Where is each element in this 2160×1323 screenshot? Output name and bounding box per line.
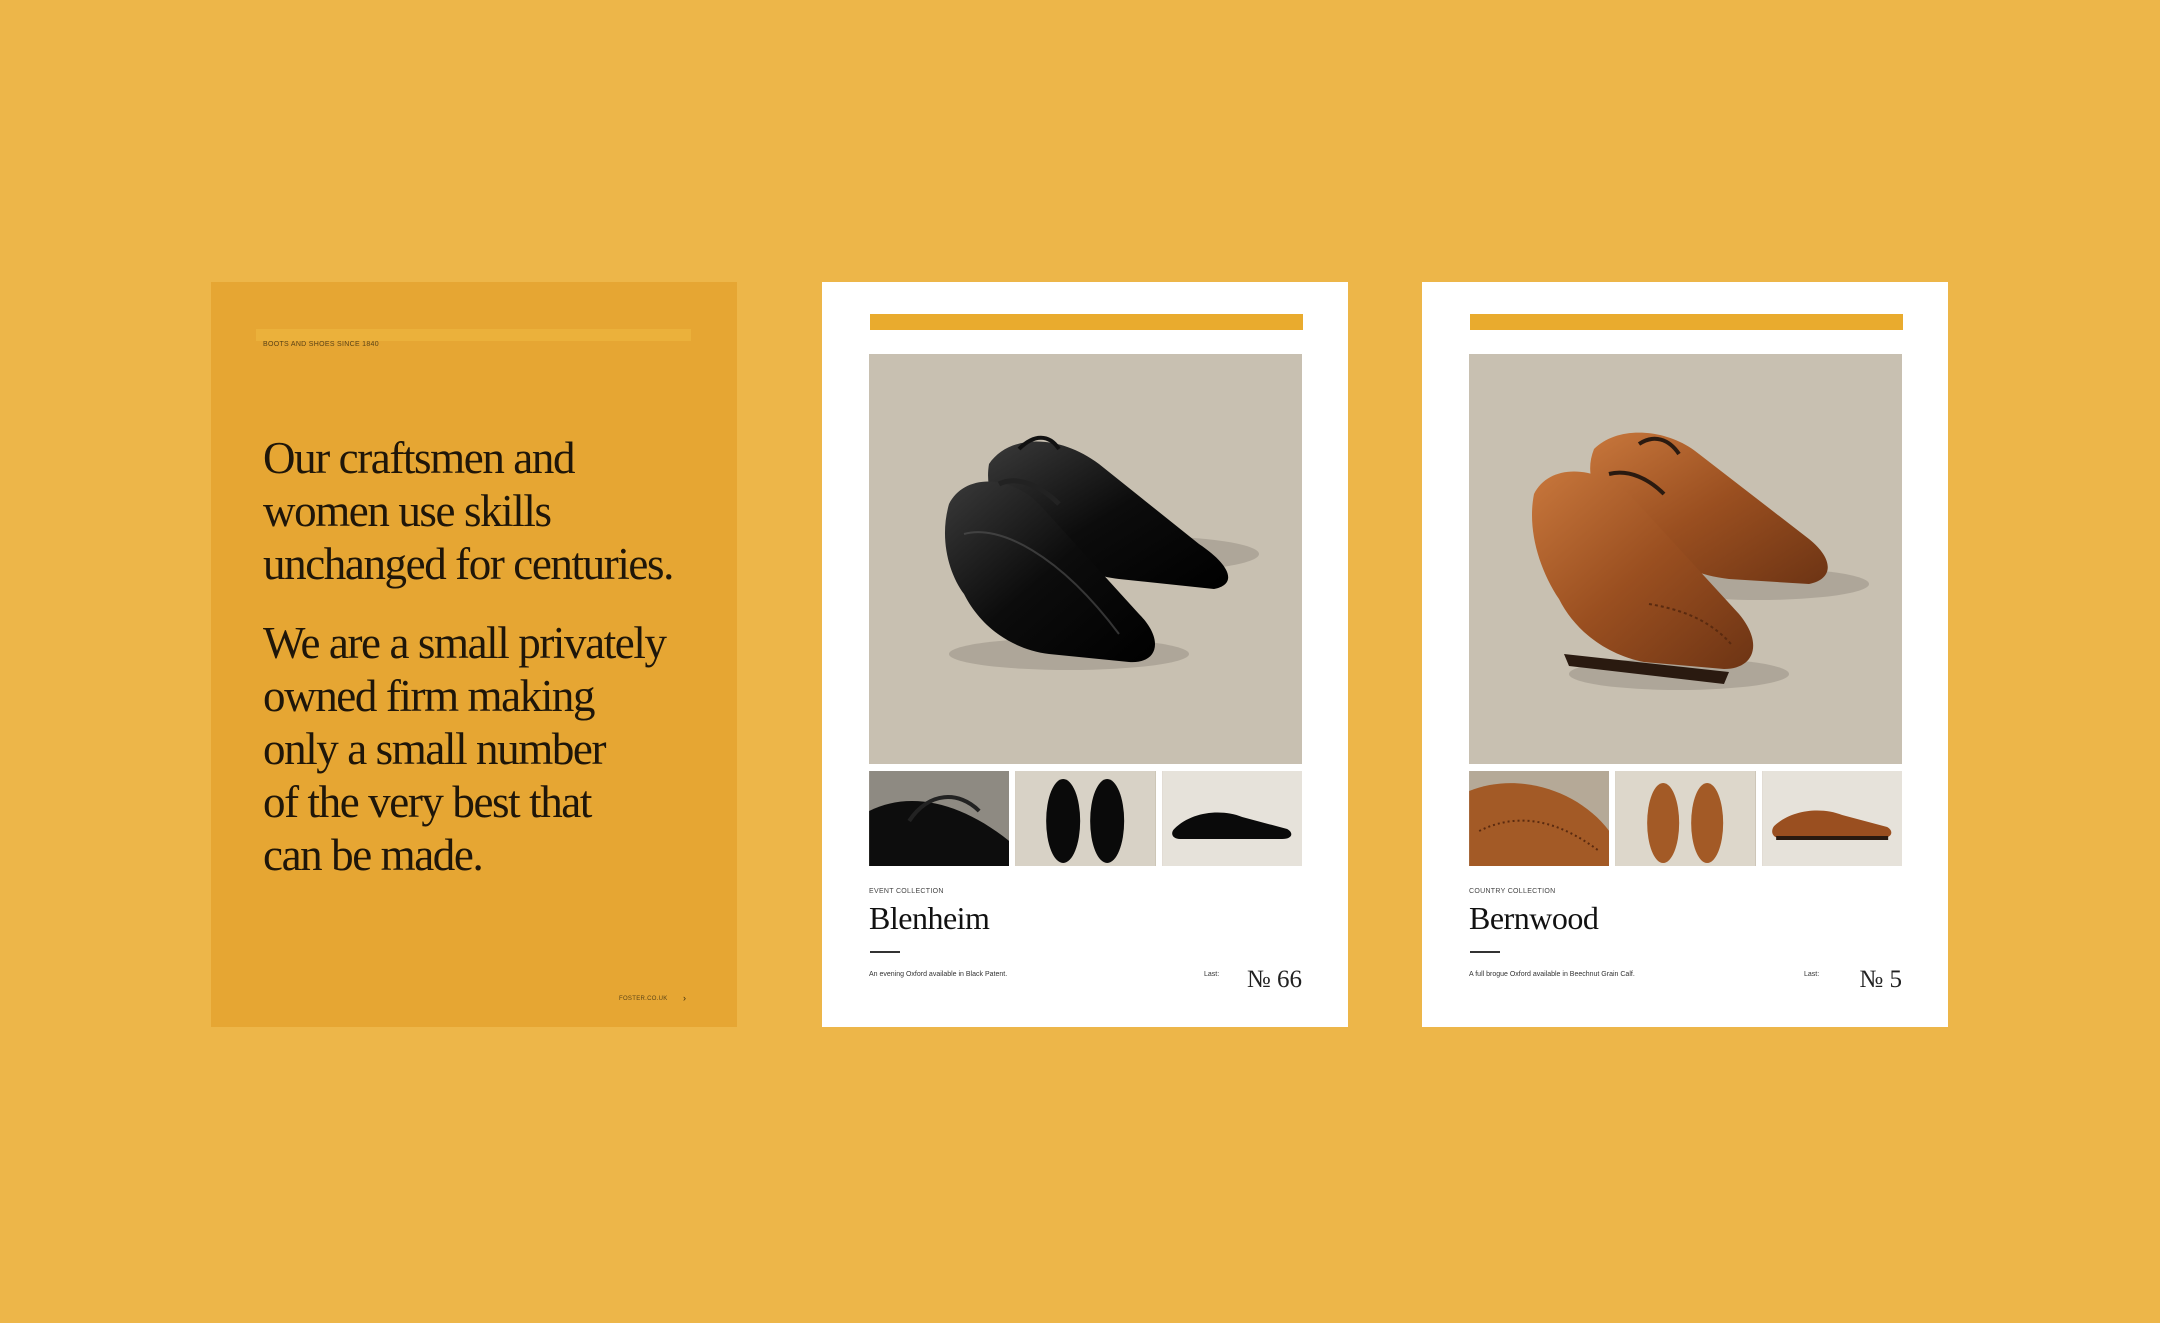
product-description: A full brogue Oxford available in Beechn… — [1469, 971, 1635, 978]
last-number: № 5 — [1859, 966, 1902, 993]
thumbnail-detail[interactable] — [1469, 771, 1610, 866]
next-page-arrow-icon[interactable]: › — [683, 993, 686, 1003]
name-underline — [870, 951, 900, 953]
last-label: Last: — [1804, 971, 1820, 978]
name-underline — [1470, 951, 1500, 953]
product-top-bar — [1470, 314, 1903, 330]
thumbnail-side[interactable] — [1761, 771, 1902, 866]
product-name: Blenheim — [869, 900, 990, 936]
intro-paragraph: Our craftsmen and women use skills uncha… — [263, 433, 674, 589]
product-page-bernwood: COUNTRY COLLECTION Bernwood A full brogu… — [1422, 282, 1948, 1027]
intro-top-rule — [256, 329, 691, 341]
product-page-blenheim: EVENT COLLECTION Blenheim An evening Oxf… — [822, 282, 1348, 1027]
thumbnail-top[interactable] — [1615, 771, 1756, 866]
intro-site-url[interactable]: FOSTER.CO.UK — [619, 996, 668, 1002]
product-hero-image — [869, 354, 1302, 764]
page-background: { "colors": { "background": "#EDB649", "… — [0, 0, 2160, 1323]
thumbnail-top[interactable] — [1015, 771, 1156, 866]
collection-label: EVENT COLLECTION — [869, 888, 944, 895]
product-top-bar — [870, 314, 1303, 330]
tan-brogue-pair-image — [1531, 432, 1869, 690]
product-description: An evening Oxford available in Black Pat… — [869, 971, 1008, 978]
product-name: Bernwood — [1469, 900, 1599, 936]
intro-copy: Our craftsmen and women use skills uncha… — [263, 432, 713, 882]
thumbnail-strip — [1469, 771, 1902, 866]
black-oxford-pair-image — [944, 435, 1259, 670]
thumbnail-strip — [869, 771, 1302, 866]
thumbnail-side[interactable] — [1161, 771, 1302, 866]
product-hero-image — [1469, 354, 1902, 764]
intro-page: BOOTS AND SHOES SINCE 1840 Our craftsmen… — [211, 282, 737, 1027]
intro-eyebrow: BOOTS AND SHOES SINCE 1840 — [263, 341, 379, 348]
collection-label: COUNTRY COLLECTION — [1469, 888, 1556, 895]
intro-paragraph: We are a small privately owned firm maki… — [263, 618, 667, 880]
last-number: № 66 — [1246, 966, 1302, 993]
last-label: Last: — [1204, 971, 1220, 978]
thumbnail-detail[interactable] — [869, 771, 1010, 866]
